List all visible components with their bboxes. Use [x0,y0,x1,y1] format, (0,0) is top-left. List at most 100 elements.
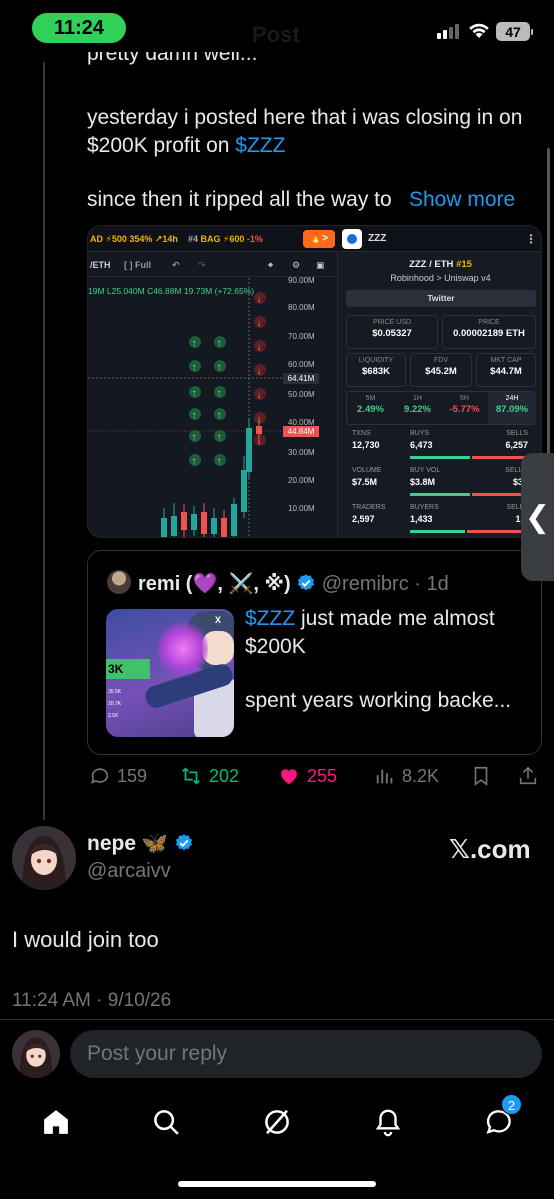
x-watermark: 𝕏.com [449,834,531,864]
status-bar: 11:24 Post 47 [0,0,554,58]
composer-avatar [12,1030,60,1078]
thumb-value: 20.7K [108,701,122,707]
candles [161,418,262,537]
side-drawer-handle[interactable]: ❮ [521,453,554,581]
pair-title: ZZZ / ETH #15 [409,259,472,270]
thumb-value: 35.5K [108,689,122,695]
svg-text:↑: ↑ [217,388,222,399]
sell-volume-bar [472,493,528,496]
home-indicator[interactable] [178,1181,376,1187]
svg-text:↓: ↓ [257,390,262,401]
anime-avatar-image [12,1030,60,1078]
quoted-text-line-3: spent years working backe... [245,689,512,712]
reply-author-name: nepe 🦋 [87,832,194,856]
messages-badge: 2 [501,1094,522,1115]
nav-notifications[interactable] [370,1104,406,1140]
share-icon [519,766,537,785]
chart-full-toggle: [ ] Full [124,260,151,270]
reply-input[interactable] [70,1030,542,1078]
traders-stat: TRADERS 2,597 [352,504,386,524]
price-usd-box: PRICE USD $0.05327 [346,315,438,349]
volume-stat: VOLUME $7.5M [352,467,382,487]
nav-messages[interactable]: 2 [481,1094,522,1140]
reply-author-handle: @arcaivv [87,860,171,882]
y-axis-label: 80.00M [288,303,315,312]
buy-volume-stat: BUY VOL $3.8M [410,467,441,487]
coin-logo-icon [342,229,362,249]
svg-text:↓: ↓ [257,366,262,377]
cashtag-link[interactable]: $ZZZ [235,134,285,157]
post-paragraph-2-text: since then it ripped all the way to [87,188,392,211]
nav-search[interactable] [148,1104,184,1140]
heart-icon [281,769,297,785]
verified-badge-icon [298,574,315,591]
post-text-cut-line: pretty damn well... [87,52,258,65]
svg-text:↓: ↓ [257,318,262,329]
quoted-author-name: remi (💜, ⚔️, ※) @remibrc · 1d [138,573,449,595]
svg-text:↑: ↑ [217,432,222,443]
svg-text:↑: ↑ [192,362,197,373]
like-button[interactable]: 255 [277,765,337,787]
nav-home[interactable] [38,1104,74,1140]
quoted-post-card[interactable]: remi (💜, ⚔️, ※) @remibrc · 1d 3K X 35.5K… [87,550,542,755]
reply-timestamp: 11:24 AM · 9/10/26 [12,990,172,1011]
quoted-text-line-2: $200K [245,635,306,658]
y-axis-label: 50.00M [288,390,315,399]
svg-text:↑: ↑ [217,456,222,467]
more-vertical-icon: ⋮ [525,232,537,246]
timeframe-changes: 5M 2.49% 1H 9.22% 6H -5.77% 24H 87.09% [346,391,536,425]
chart-top-bag: #4 BAG ⚡600 -1% [188,234,263,244]
y-axis-label: 30.00M [288,448,315,457]
quoted-author-handle: @remibrc · 1d [321,573,449,595]
twitter-button: Twitter [346,290,536,307]
thumb-green-label: 3K [106,659,150,679]
quoted-media-thumbnail[interactable]: 3K X 35.5K 20.7K 2.5K [106,609,234,737]
share-button[interactable] [517,765,539,787]
chart-screenshot-image[interactable]: AD ⚡500 354% ↗14h #4 BAG ⚡600 -1% 🔥> ZZZ… [87,225,542,538]
buys-stat: BUYS 6,473 [410,430,433,450]
scrollbar[interactable] [547,148,550,468]
token-info-panel: ZZZ / ETH #15 Robinhood > Uniswap v4 Twi… [337,253,541,537]
repost-icon [182,767,200,785]
status-time[interactable]: 11:24 [32,13,126,43]
svg-text:↑: ↑ [192,410,197,421]
reply-author-avatar[interactable] [12,826,76,890]
y-axis-label: 70.00M [288,332,315,341]
post-paragraph-2: since then it ripped all the way to Show… [87,186,537,214]
y-axis-label: 60.00M [288,360,315,369]
chart-top-left-text: AD ⚡500 354% ↗14h [90,234,178,244]
faded-header-title: Post [252,22,300,47]
ohlc-info-line: 19M L25.040M C46.88M 19.73M (+72.65%) [88,286,255,296]
home-icon [44,1110,68,1134]
svg-text:↑: ↑ [217,362,222,373]
post-paragraph-1-text: yesterday i posted here that i was closi… [87,106,523,157]
mcap-box: MKT CAP $44.7M [476,353,536,387]
svg-text:↑: ↑ [192,388,197,399]
dex-route: Robinhood > Uniswap v4 [390,273,491,283]
chart-toolbar: /ETH [ ] Full ↶ ↷ ⌖ ⚙ ▣ [88,253,336,277]
show-more-link[interactable]: Show more [409,186,515,214]
buy-markers: ↑ ↑ ↑ ↑ ↑ ↑ ↑ ↑ ↑ ↑ ↑ ↑ [189,336,226,467]
undo-icon: ↶ [172,260,180,270]
svg-text:↑: ↑ [192,456,197,467]
views-button[interactable]: 8.2K [374,765,439,787]
battery-indicator: 47 [496,22,533,41]
nav-grok[interactable] [259,1104,295,1140]
sellers-bar [467,530,528,533]
sells-stat: SELLS 6,257 [505,430,528,450]
reply-button[interactable]: 159 [89,765,147,787]
crosshair-price-tag: 64.41M [283,373,319,384]
verified-badge-icon [175,834,192,851]
search-icon [154,1110,179,1135]
divider [0,1019,554,1020]
bookmark-button[interactable] [470,765,492,787]
buy-volume-bar [410,493,470,496]
sells-bar [472,456,528,459]
svg-text:↑: ↑ [192,432,197,443]
svg-text:↑: ↑ [217,410,222,421]
quoted-cashtag-link[interactable]: $ZZZ [245,607,295,630]
thumb-x-logo: X [215,615,222,625]
repost-button[interactable]: 202 [179,765,239,787]
redo-icon: ↷ [198,260,206,270]
post-paragraph-1: yesterday i posted here that i was closi… [87,104,537,160]
